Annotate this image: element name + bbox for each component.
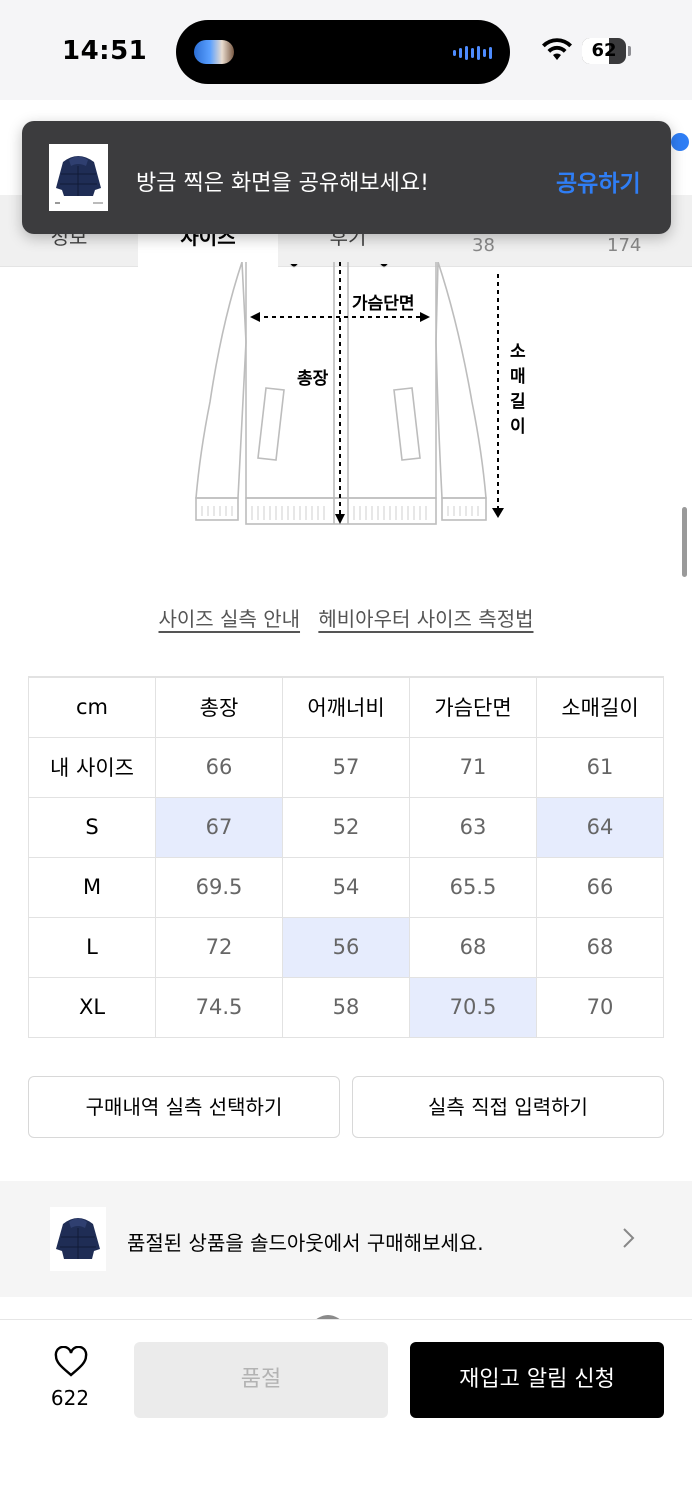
chest-width-label: 가슴단면 — [352, 294, 415, 314]
table-cell: 74.5 — [155, 976, 283, 1038]
now-playing-thumbnail — [194, 40, 234, 64]
table-cell: 72 — [155, 916, 283, 978]
size-measurement-diagram: 가슴단면 총장 소매길이 — [180, 261, 540, 532]
table-row[interactable]: 내 사이즈 66 57 71 61 — [28, 736, 664, 798]
table-cell: 70.5 — [409, 976, 537, 1038]
restock-alert-button[interactable]: 재입고 알림 신청 — [410, 1342, 664, 1418]
status-time: 14:51 — [62, 36, 148, 66]
status-bar: 14:51 62 — [0, 0, 692, 100]
table-row[interactable]: XL 74.5 58 70.5 70 — [28, 976, 664, 1038]
total-length-label: 총장 — [297, 369, 329, 389]
table-header: 총장 — [155, 676, 283, 738]
screenshot-share-toast: 방금 찍은 화면을 공유해보세요! 공유하기 — [22, 121, 671, 234]
table-cell: 70 — [536, 976, 664, 1038]
table-cell: 65.5 — [409, 856, 537, 918]
row-label-size: M — [28, 856, 156, 918]
select-purchase-history-button[interactable]: 구매내역 실측 선택하기 — [28, 1076, 340, 1138]
wifi-icon — [542, 38, 572, 60]
table-cell: 52 — [282, 796, 410, 858]
banner-product-thumbnail — [50, 1207, 106, 1271]
page-scrollbar[interactable] — [682, 507, 687, 577]
toast-message: 방금 찍은 화면을 공유해보세요! — [136, 171, 429, 196]
table-row[interactable]: L 72 56 68 68 — [28, 916, 664, 978]
table-cell: 66 — [155, 736, 283, 798]
screenshot-thumbnail[interactable] — [49, 144, 108, 211]
tab-extra-value: 174 — [607, 235, 642, 256]
table-header: 가슴단면 — [409, 676, 537, 738]
row-label-size: L — [28, 916, 156, 978]
notification-dot — [671, 133, 689, 151]
table-row[interactable]: S 67 52 63 64 — [28, 796, 664, 858]
battery-cap — [628, 46, 631, 56]
table-cell: 63 — [409, 796, 537, 858]
like-count: 622 — [50, 1386, 90, 1410]
table-cell: 54 — [282, 856, 410, 918]
soldout-shop-banner[interactable]: 품절된 상품을 솔드아웃에서 구매해보세요. — [0, 1181, 692, 1297]
table-cell: 64 — [536, 796, 664, 858]
table-cell: 67 — [155, 796, 283, 858]
table-cell: 56 — [282, 916, 410, 978]
table-row[interactable]: M 69.5 54 65.5 66 — [28, 856, 664, 918]
manual-measurement-input-button[interactable]: 실측 직접 입력하기 — [352, 1076, 664, 1138]
table-cell: 58 — [282, 976, 410, 1038]
table-cell: 57 — [282, 736, 410, 798]
heart-icon[interactable] — [53, 1346, 89, 1378]
row-label-size: S — [28, 796, 156, 858]
row-label-size: XL — [28, 976, 156, 1038]
sleeve-length-label: 소매길이 — [510, 342, 526, 437]
table-cell: 68 — [409, 916, 537, 978]
table-cell: 61 — [536, 736, 664, 798]
size-chart-table: cm 총장 어깨너비 가슴단면 소매길이 내 사이즈 66 57 71 61 S… — [28, 676, 664, 1038]
chevron-right-icon — [623, 1228, 635, 1248]
table-cell: 69.5 — [155, 856, 283, 918]
table-cell: 66 — [536, 856, 664, 918]
tab-extra-value: 38 — [472, 235, 495, 256]
banner-text: 품절된 상품을 솔드아웃에서 구매해보세요. — [127, 1231, 484, 1255]
table-header-row: cm 총장 어깨너비 가슴단면 소매길이 — [28, 676, 664, 738]
battery-icon: 62 — [582, 38, 626, 64]
table-cell: 68 — [536, 916, 664, 978]
share-button[interactable]: 공유하기 — [556, 164, 641, 198]
audio-waveform-icon — [453, 46, 492, 60]
table-cell: 71 — [409, 736, 537, 798]
soldout-button: 품절 — [134, 1342, 388, 1418]
dynamic-island[interactable] — [176, 20, 510, 84]
table-header-unit: cm — [28, 676, 156, 738]
size-guide-links: 사이즈 실측 안내 헤비아우터 사이즈 측정법 — [0, 603, 692, 632]
table-header: 어깨너비 — [282, 676, 410, 738]
table-header: 소매길이 — [536, 676, 664, 738]
heavy-outer-measurement-link[interactable]: 헤비아우터 사이즈 측정법 — [318, 607, 533, 631]
row-label-my-size: 내 사이즈 — [28, 736, 156, 798]
battery-percent: 62 — [591, 40, 617, 61]
size-measurement-guide-link[interactable]: 사이즈 실측 안내 — [159, 607, 301, 631]
